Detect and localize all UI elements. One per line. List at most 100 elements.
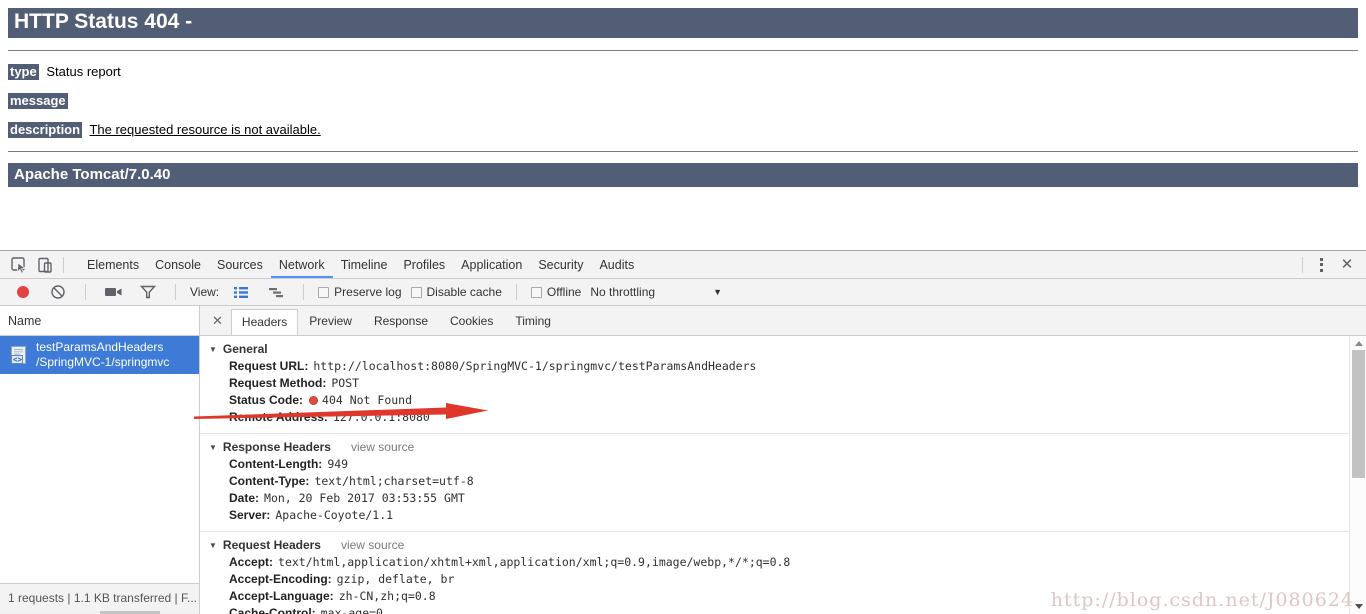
header-key: Content-Type:: [229, 474, 310, 488]
name-column-header[interactable]: Name: [0, 306, 199, 336]
close-devtools-button[interactable]: ✕: [1334, 253, 1360, 277]
section-header[interactable]: ▼ Response Headers view source: [200, 438, 1366, 456]
offline-option: Offline: [530, 285, 582, 299]
scrollbar-thumb[interactable]: [1352, 350, 1365, 478]
offline-checkbox[interactable]: [530, 286, 542, 298]
detail-tabbar: ✕ Headers Preview Response Cookies Timin…: [200, 306, 1366, 336]
record-icon: [17, 286, 29, 298]
devtools-tab[interactable]: Sources: [209, 251, 271, 278]
devtools-tabbar: Elements Console Sources Network Timelin…: [0, 251, 1366, 279]
devtools-tab-label: Console: [155, 257, 201, 272]
triangle-up-icon: [1354, 341, 1363, 346]
preserve-log-checkbox[interactable]: [318, 286, 330, 298]
devtools-tab[interactable]: Application: [453, 251, 530, 278]
header-row: Remote Address: 127.0.0.1:8080: [200, 409, 1366, 426]
waterfall-icon: [269, 287, 284, 297]
section-rows: Request URL: http://localhost:8080/Spring…: [200, 358, 1366, 426]
device-toolbar-button[interactable]: [32, 253, 58, 277]
capture-screenshots-button[interactable]: [100, 280, 126, 304]
devtools-tab-label: Security: [538, 257, 584, 272]
detail-tab-label: Response: [373, 314, 428, 328]
detail-tabs: Headers Preview Response Cookies Timing: [230, 306, 562, 335]
devtools-tab[interactable]: Profiles: [395, 251, 453, 278]
list-view-button[interactable]: [228, 280, 254, 304]
funnel-icon: [140, 285, 156, 299]
clear-button[interactable]: [45, 280, 71, 304]
devtools-tab[interactable]: Security: [530, 251, 591, 278]
filter-button[interactable]: [135, 280, 161, 304]
devtools-tab-label: Network: [278, 257, 325, 272]
svg-text:<>: <>: [13, 354, 23, 363]
more-options-button[interactable]: [1308, 253, 1334, 277]
headers-content: ▼ General Request URL: http://localhost:80…: [200, 336, 1366, 614]
header-row: Accept-Encoding: gzip, deflate, br: [200, 571, 1366, 588]
devtools-panel: Elements Console Sources Network Timelin…: [0, 250, 1366, 614]
header-key: Accept-Encoding:: [229, 572, 332, 586]
header-key: Server:: [229, 508, 271, 522]
network-main: Name <> testParamsAndHeaders /SpringMVC-…: [0, 306, 1366, 614]
devtools-tab[interactable]: Console: [147, 251, 209, 278]
type-label: type: [8, 64, 39, 80]
separator: [85, 284, 86, 300]
disclosure-triangle-icon: ▼: [209, 443, 217, 452]
separator: [175, 284, 176, 300]
header-value: max-age=0: [320, 606, 383, 614]
close-detail-button[interactable]: ✕: [204, 313, 231, 329]
network-detail-tab[interactable]: Timing: [504, 308, 562, 335]
request-row-selected[interactable]: <> testParamsAndHeaders /SpringMVC-1/spr…: [0, 336, 199, 374]
inspect-element-button[interactable]: [6, 253, 32, 277]
inspect-cursor-icon: [11, 256, 26, 274]
vertical-scrollbar[interactable]: [1349, 336, 1366, 614]
network-detail-tab[interactable]: Headers: [230, 309, 299, 335]
devtools-tab-label: Sources: [216, 257, 263, 272]
network-toolbar: View: Preserve log Disable cache Offline…: [0, 279, 1366, 306]
request-detail-panel: ✕ Headers Preview Response Cookies Timin…: [200, 306, 1366, 614]
devtools-tab[interactable]: Audits: [591, 251, 642, 278]
header-key: Content-Length:: [229, 457, 323, 471]
waterfall-view-button[interactable]: [263, 280, 289, 304]
detail-tab-label: Headers: [241, 315, 288, 329]
description-label: description: [8, 122, 83, 138]
network-detail-tab[interactable]: Preview: [298, 308, 363, 335]
header-row: Content-Type: text/html;charset=utf-8: [200, 473, 1366, 490]
header-row: Status Code: 404 Not Found: [200, 392, 1366, 409]
disclosure-triangle-icon: ▼: [209, 345, 217, 354]
section-header[interactable]: ▼ Request Headers view source: [200, 536, 1366, 554]
offline-label: Offline: [546, 285, 582, 299]
view-source-link[interactable]: view source: [341, 538, 404, 552]
record-button[interactable]: [10, 280, 36, 304]
response-headers-section: ▼ Response Headers view source Content-Len…: [200, 433, 1366, 531]
header-row: Server: Apache-Coyote/1.1: [200, 507, 1366, 524]
scroll-up-button[interactable]: [1350, 336, 1366, 351]
header-key: Cache-Control:: [229, 606, 316, 614]
header-key: Accept-Language:: [229, 589, 334, 603]
page-title: HTTP Status 404 -: [8, 8, 1358, 38]
section-title: Response Headers: [222, 440, 331, 454]
header-row: Accept: text/html,application/xhtml+xml,a…: [200, 554, 1366, 571]
devtools-tab[interactable]: Timeline: [333, 251, 396, 278]
request-list-panel: Name <> testParamsAndHeaders /SpringMVC-…: [0, 306, 200, 614]
network-detail-tab[interactable]: Cookies: [439, 308, 504, 335]
section-header[interactable]: ▼ General: [200, 340, 1366, 358]
network-detail-tab[interactable]: Response: [363, 308, 439, 335]
detail-tab-label: Timing: [515, 314, 551, 328]
request-path-line: /SpringMVC-1/springmvc: [36, 355, 170, 369]
type-row: type Status report: [8, 64, 1358, 80]
view-source-link[interactable]: view source: [351, 440, 414, 454]
header-key: Status Code:: [229, 393, 304, 407]
devtools-tab[interactable]: Network: [271, 251, 333, 278]
network-status-bar: 1 requests | 1.1 KB transferred | F...: [0, 583, 199, 611]
watermark: http://blog.csdn.net/J080624: [1050, 589, 1354, 611]
separator: [303, 284, 305, 300]
disable-cache-checkbox[interactable]: [410, 286, 422, 298]
type-value: Status report: [46, 64, 121, 79]
throttling-value: No throttling: [590, 285, 656, 299]
throttling-select[interactable]: No throttling ▼: [590, 285, 722, 299]
list-view-icon: [234, 286, 249, 298]
devtools-tab[interactable]: Elements: [79, 251, 147, 278]
preserve-log-option: Preserve log: [318, 285, 402, 299]
disable-cache-option: Disable cache: [410, 285, 502, 299]
header-value: Mon, 20 Feb 2017 03:53:55 GMT: [264, 491, 465, 505]
request-name: testParamsAndHeaders /SpringMVC-1/spring…: [36, 340, 169, 370]
section-title: General: [222, 342, 268, 356]
